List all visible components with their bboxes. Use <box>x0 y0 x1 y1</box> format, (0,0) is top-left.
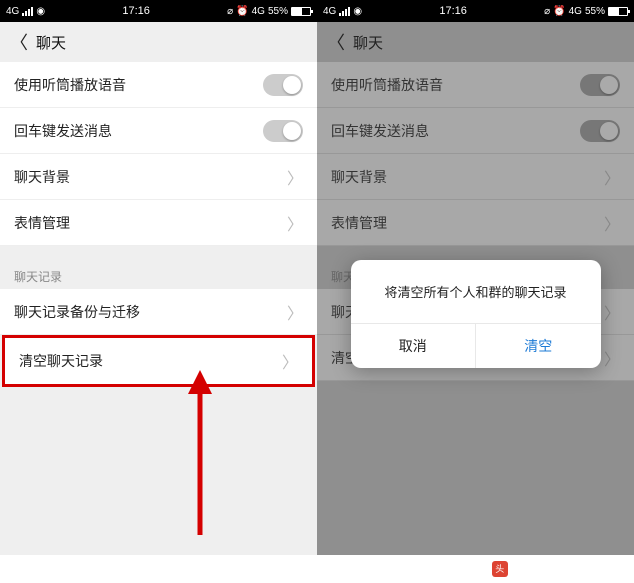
battery-icon <box>608 7 628 16</box>
page-header: 〈 聊天 <box>0 22 317 62</box>
dialog-message: 将清空所有个人和群的聊天记录 <box>351 260 601 324</box>
row-label: 使用听筒播放语音 <box>14 75 126 95</box>
watermark-prefix: 头条 <box>512 560 536 577</box>
alarm-icon: ⏰ <box>236 6 248 17</box>
cancel-button[interactable]: 取消 <box>351 324 477 368</box>
watermark: 头 头条 @手机科技先锋 <box>492 560 624 577</box>
vibrate-icon: ⌀ <box>227 6 233 17</box>
row-chat-background[interactable]: 聊天背景 〉 <box>0 154 317 200</box>
vibrate-icon: ⌀ <box>544 6 550 17</box>
row-chat-background[interactable]: 聊天背景 〉 <box>317 154 634 200</box>
row-sticker-manage[interactable]: 表情管理 〉 <box>317 200 634 246</box>
confirm-dialog: 将清空所有个人和群的聊天记录 取消 清空 <box>351 260 601 368</box>
page-header: 〈 聊天 <box>317 22 634 62</box>
chevron-right-icon: 〉 <box>287 300 303 324</box>
chevron-right-icon: 〉 <box>604 211 620 235</box>
battery-icon <box>291 7 311 16</box>
signal-icon <box>339 7 350 16</box>
row-label: 聊天背景 <box>331 167 387 187</box>
status-time: 17:16 <box>122 5 150 17</box>
net-type: 4G <box>569 6 582 17</box>
toutiao-icon: 头 <box>492 561 508 577</box>
wifi-icon: ◉ <box>36 6 45 17</box>
alarm-icon: ⏰ <box>553 6 565 17</box>
row-label: 回车键发送消息 <box>331 121 429 141</box>
row-enter-send[interactable]: 回车键发送消息 <box>317 108 634 154</box>
back-icon[interactable]: 〈 <box>327 29 345 55</box>
annotation-arrow-icon <box>180 370 220 540</box>
row-label: 聊天记录备份与迁移 <box>14 302 140 322</box>
row-label: 使用听筒播放语音 <box>331 75 443 95</box>
row-clear-chatlog[interactable]: 清空聊天记录 〉 <box>5 338 312 384</box>
chevron-right-icon: 〉 <box>287 211 303 235</box>
annotation-highlight: 清空聊天记录 〉 <box>2 335 315 387</box>
network-label: 4G <box>323 6 336 17</box>
toggle-earpiece[interactable] <box>263 74 303 96</box>
net-type: 4G <box>252 6 265 17</box>
toggle-earpiece[interactable] <box>580 74 620 96</box>
chevron-right-icon: 〉 <box>604 165 620 189</box>
back-icon[interactable]: 〈 <box>10 29 28 55</box>
confirm-button[interactable]: 清空 <box>476 324 601 368</box>
row-earpiece-audio[interactable]: 使用听筒播放语音 <box>0 62 317 108</box>
chevron-right-icon: 〉 <box>282 349 298 373</box>
signal-icon <box>22 7 33 16</box>
row-sticker-manage[interactable]: 表情管理 〉 <box>0 200 317 246</box>
page-title: 聊天 <box>36 32 66 53</box>
status-time: 17:16 <box>439 5 467 17</box>
page-title: 聊天 <box>353 32 383 53</box>
status-bar: 4G ◉ 17:16 ⌀ ⏰ 4G 55% <box>317 0 634 22</box>
row-label: 清空聊天记录 <box>19 351 103 371</box>
battery-pct: 55% <box>268 6 288 17</box>
row-earpiece-audio[interactable]: 使用听筒播放语音 <box>317 62 634 108</box>
row-enter-send[interactable]: 回车键发送消息 <box>0 108 317 154</box>
row-label: 表情管理 <box>14 213 70 233</box>
row-label: 聊天背景 <box>14 167 70 187</box>
chevron-right-icon: 〉 <box>287 165 303 189</box>
row-label: 表情管理 <box>331 213 387 233</box>
toggle-enter-send[interactable] <box>263 120 303 142</box>
row-backup-migrate[interactable]: 聊天记录备份与迁移 〉 <box>0 289 317 335</box>
chevron-right-icon: 〉 <box>604 346 620 370</box>
chevron-right-icon: 〉 <box>604 300 620 324</box>
battery-pct: 55% <box>585 6 605 17</box>
section-header-chatlog: 聊天记录 <box>0 260 317 289</box>
screenshot-left: 4G ◉ 17:16 ⌀ ⏰ 4G 55% 〈 聊天 使用听筒播放语音 回车键发… <box>0 0 317 555</box>
network-label: 4G <box>6 6 19 17</box>
screenshot-right: 4G ◉ 17:16 ⌀ ⏰ 4G 55% 〈 聊天 使用听筒播放语音 回车键发… <box>317 0 634 555</box>
toggle-enter-send[interactable] <box>580 120 620 142</box>
watermark-account: @手机科技先锋 <box>540 560 624 577</box>
status-bar: 4G ◉ 17:16 ⌀ ⏰ 4G 55% <box>0 0 317 22</box>
wifi-icon: ◉ <box>353 6 362 17</box>
row-label: 回车键发送消息 <box>14 121 112 141</box>
